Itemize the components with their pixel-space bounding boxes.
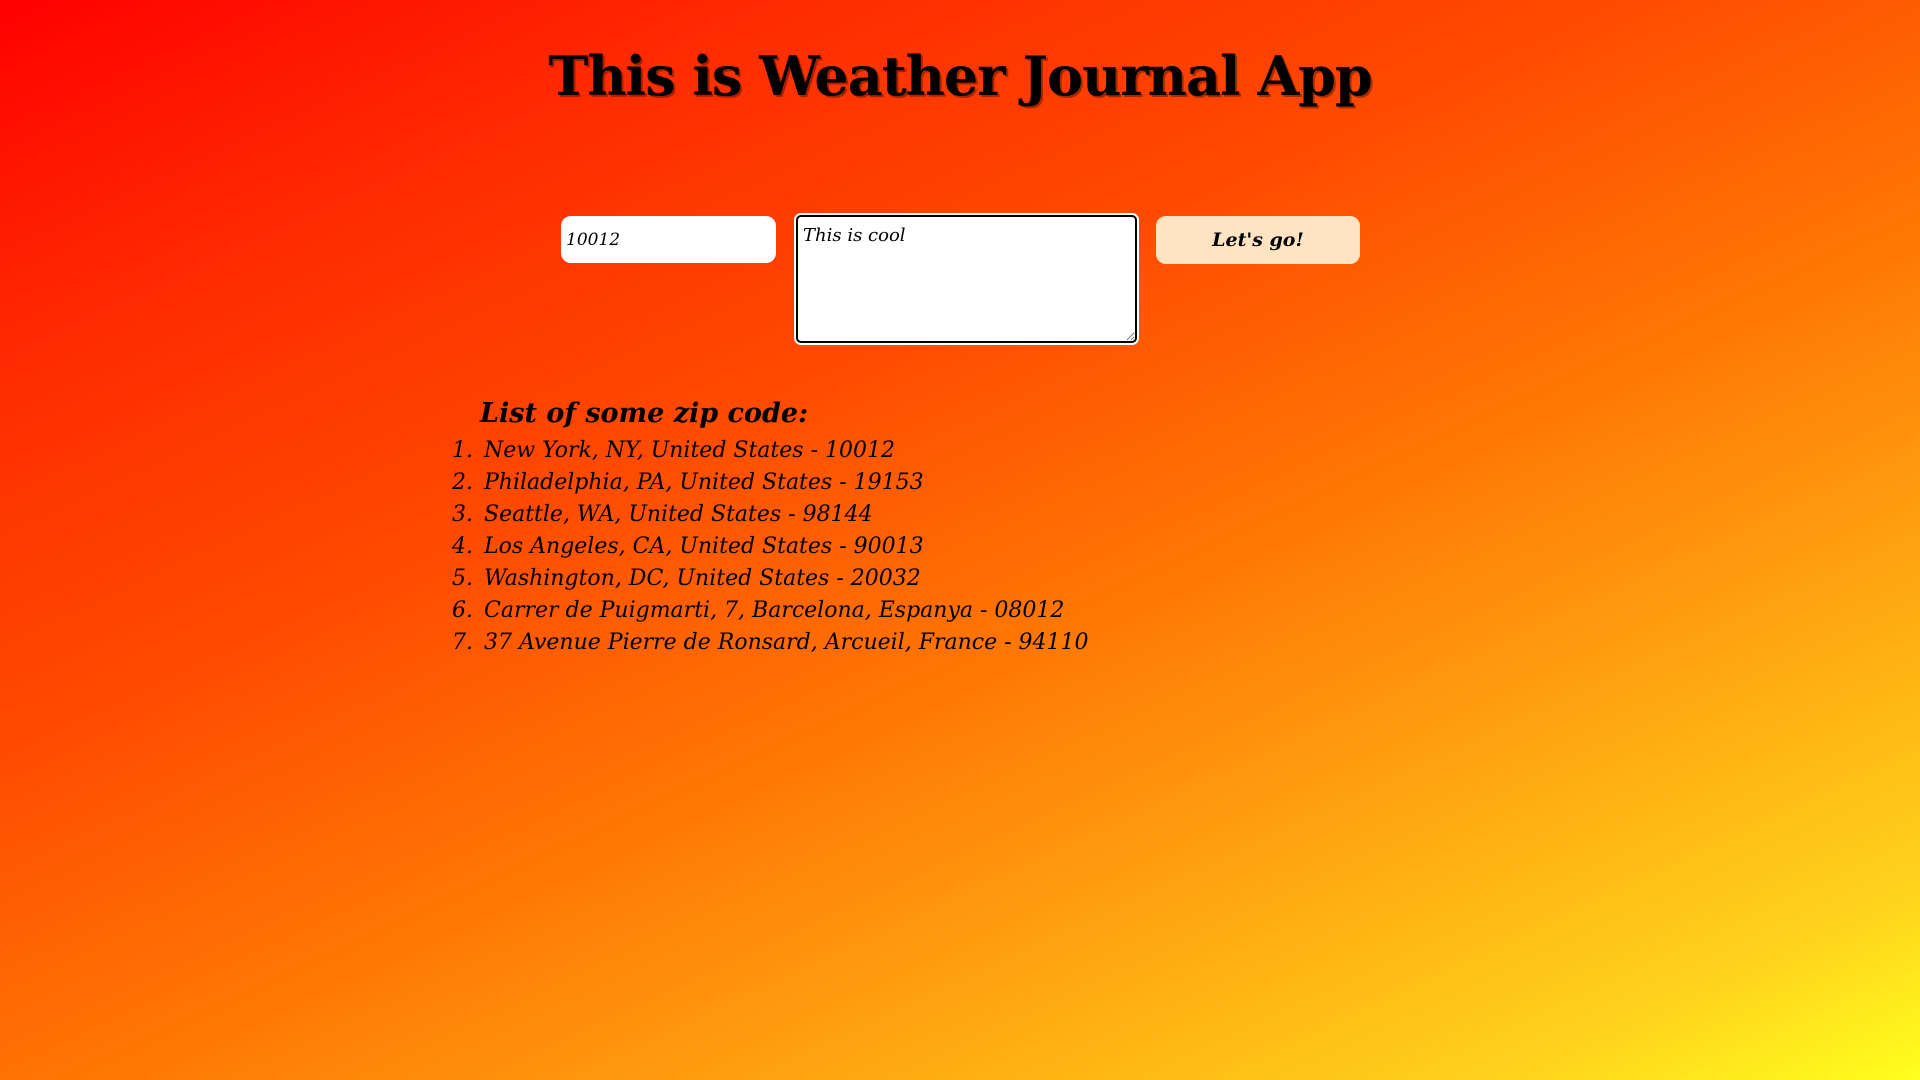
zip-list-item: Washington, DC, United States - 20032 (480, 563, 1352, 595)
zip-list-item: Philadelphia, PA, United States - 19153 (480, 467, 1352, 499)
zip-list-item: Seattle, WA, United States - 98144 (480, 499, 1352, 531)
zip-list-item: New York, NY, United States - 10012 (480, 435, 1352, 467)
zip-list-item: 37 Avenue Pierre de Ronsard, Arcueil, Fr… (480, 627, 1352, 659)
zip-list-item: Carrer de Puigmarti, 7, Barcelona, Espan… (480, 595, 1352, 627)
zip-list: New York, NY, United States - 10012 Phil… (452, 435, 1352, 659)
zip-input[interactable] (561, 216, 776, 263)
zip-list-item: Los Angeles, CA, United States - 90013 (480, 531, 1352, 563)
generate-button[interactable]: Let's go! (1156, 216, 1360, 264)
zip-list-heading: List of some zip code: (480, 398, 809, 429)
feelings-textarea[interactable]: This is cool (796, 215, 1137, 343)
zip-list-section: List of some zip code: New York, NY, Uni… (452, 398, 1352, 659)
page-title: This is Weather Journal App (548, 44, 1373, 108)
